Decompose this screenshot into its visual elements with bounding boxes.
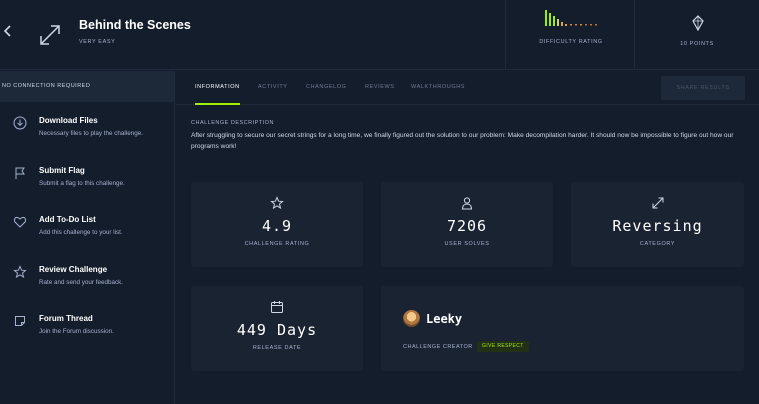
tab-reviews[interactable]: REVIEWS	[365, 71, 395, 105]
share-results-button[interactable]: SHARE RESULTS	[661, 76, 745, 100]
category-label: CATEGORY	[639, 241, 676, 247]
sidebar-item-desc: Add this challenge to your list.	[39, 229, 123, 237]
release-value: 449 Days	[236, 321, 318, 339]
points-label: 10 POINTS	[680, 41, 714, 47]
flag-icon	[13, 166, 27, 180]
rating-value: 4.9	[261, 217, 293, 235]
challenge-header: Behind the Scenes VERY EASY DIFFICULTY R…	[0, 0, 759, 70]
connection-status: NO CONNECTION REQUIRED	[0, 71, 174, 102]
diamond-icon	[691, 15, 705, 32]
sidebar-item-desc: Join the Forum discussion.	[39, 328, 114, 336]
star-icon	[13, 265, 27, 279]
tab-bar: INFORMATION ACTIVITY CHANGELOG REVIEWS W…	[176, 71, 759, 105]
creator-name[interactable]: Leeky	[426, 312, 462, 326]
tab-activity[interactable]: ACTIVITY	[258, 71, 288, 105]
category-card: Reversing CATEGORY	[571, 182, 744, 267]
sidebar-item-add-todo[interactable]: Add To-Do List Add this challenge to you…	[0, 201, 174, 251]
tab-information[interactable]: INFORMATION	[195, 71, 240, 105]
tab-changelog[interactable]: CHANGELOG	[306, 71, 347, 105]
sidebar-item-label: Submit Flag	[39, 165, 85, 175]
solves-card: 7206 USER SOLVES	[381, 182, 553, 267]
description-heading: CHALLENGE DESCRIPTION	[191, 120, 274, 126]
difficulty-text: VERY EASY	[79, 39, 116, 45]
sidebar-item-label: Review Challenge	[39, 264, 108, 274]
release-card: 449 Days RELEASE DATE	[191, 286, 363, 371]
download-icon	[13, 116, 27, 130]
challenge-title: Behind the Scenes	[79, 18, 191, 32]
back-icon[interactable]	[3, 24, 14, 40]
sidebar-item-label: Forum Thread	[39, 314, 93, 324]
sidebar-item-desc: Necessary files to play the challenge.	[39, 130, 143, 137]
sidebar-item-desc: Submit a flag to this challenge.	[39, 179, 125, 187]
difficulty-rating: DIFFICULTY RATING	[505, 0, 635, 70]
sidebar: NO CONNECTION REQUIRED Download Files Ne…	[0, 71, 175, 404]
sidebar-item-label: Download Files	[39, 116, 98, 125]
points-box: 10 POINTS	[635, 0, 759, 70]
user-icon	[460, 196, 474, 210]
difficulty-bars	[545, 10, 597, 26]
sidebar-item-review-challenge[interactable]: Review Challenge Rate and send your feed…	[0, 251, 174, 301]
reversing-arrows-icon	[37, 22, 63, 48]
creator-card: Leeky CHALLENGE CREATOR GIVE RESPECT	[381, 286, 744, 371]
star-icon	[270, 196, 284, 210]
creator-label: CHALLENGE CREATOR	[403, 344, 473, 350]
note-icon	[13, 314, 27, 328]
sidebar-item-desc: Rate and send your feedback.	[39, 278, 124, 286]
rating-card: 4.9 CHALLENGE RATING	[191, 182, 363, 267]
give-respect-button[interactable]: GIVE RESPECT	[477, 341, 529, 352]
sidebar-item-submit-flag[interactable]: Submit Flag Submit a flag to this challe…	[0, 152, 174, 202]
rating-label: CHALLENGE RATING	[244, 241, 310, 247]
solves-label: USER SOLVES	[444, 241, 490, 247]
release-label: RELEASE DATE	[252, 345, 302, 351]
sidebar-item-label: Add To-Do List	[39, 215, 96, 225]
solves-value: 7206	[446, 217, 488, 235]
tab-walkthroughs[interactable]: WALKTHROUGHS	[411, 71, 465, 105]
arrows-icon	[651, 196, 665, 210]
sidebar-item-forum-thread[interactable]: Forum Thread Join the Forum discussion.	[0, 300, 174, 350]
avatar[interactable]	[403, 310, 420, 327]
description-text: After struggling to secure our secret st…	[191, 132, 734, 150]
difficulty-label: DIFFICULTY RATING	[539, 39, 603, 45]
sidebar-item-download-files[interactable]: Download Files Necessary files to play t…	[0, 102, 174, 152]
heart-icon	[13, 215, 27, 229]
category-value: Reversing	[612, 217, 703, 235]
calendar-icon	[270, 300, 284, 314]
